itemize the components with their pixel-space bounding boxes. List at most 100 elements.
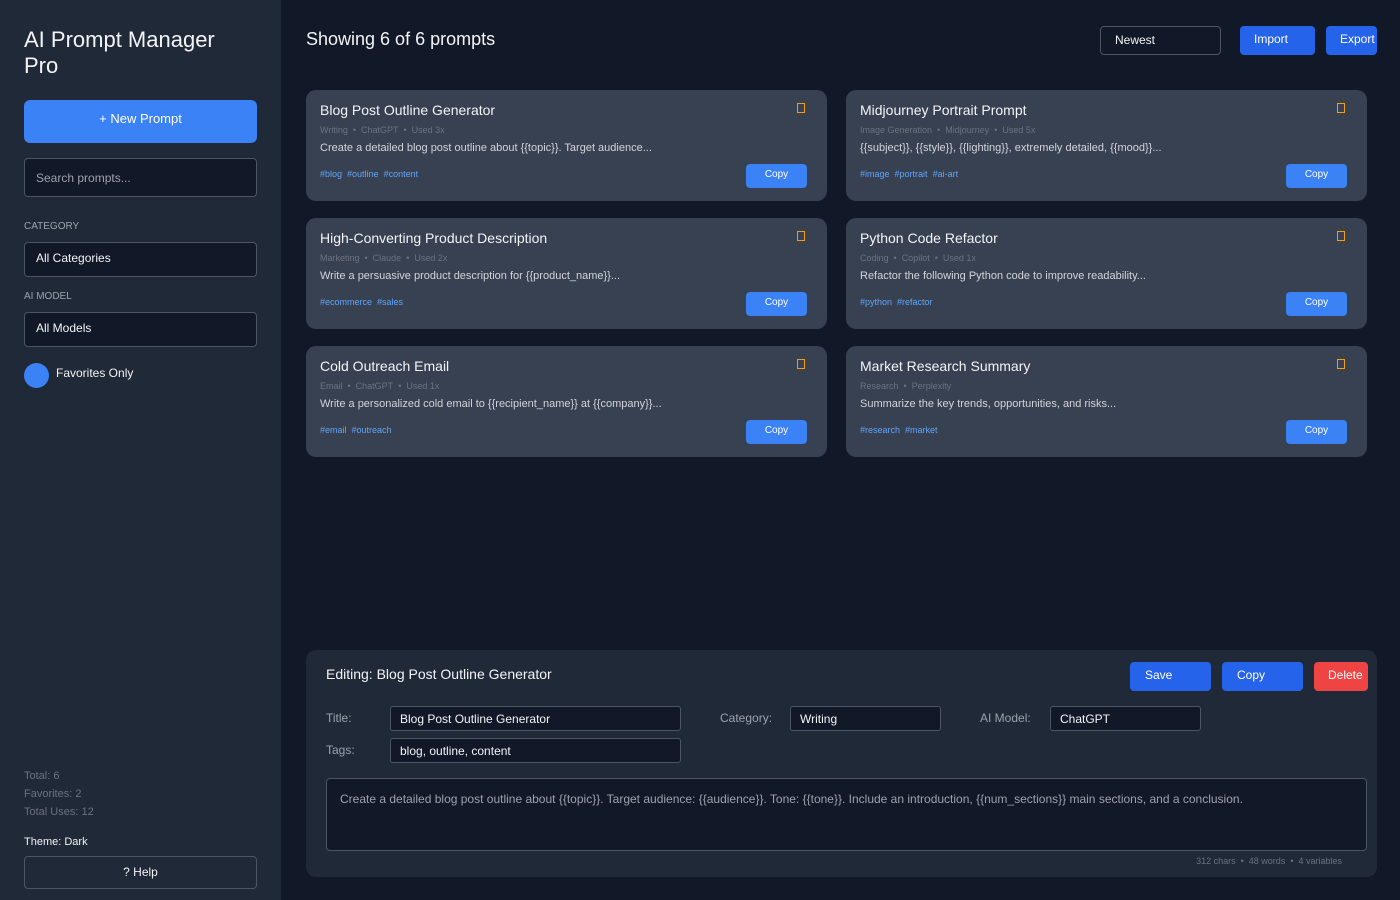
prompt-textarea[interactable]: Create a detailed blog post outline abou… <box>326 778 1367 851</box>
card-title: Midjourney Portrait Prompt <box>860 102 1027 118</box>
card-usage: Used 3x <box>411 125 445 135</box>
card-usage: Used 1x <box>942 253 976 263</box>
card-model: Copilot <box>901 253 930 263</box>
category-label: CATEGORY <box>24 221 80 232</box>
card-description: Create a detailed blog post outline abou… <box>320 142 652 154</box>
new-prompt-button[interactable]: + New Prompt <box>24 100 257 143</box>
help-button[interactable]: ? Help <box>24 856 257 889</box>
category-field[interactable] <box>790 706 941 731</box>
prompt-card[interactable]: Cold Outreach Email Email • ChatGPT • Used 1x… <box>306 346 827 457</box>
tag-link[interactable]: #outline <box>347 169 379 179</box>
card-model: Perplexity <box>911 381 952 391</box>
card-copy-button[interactable]: Copy <box>1286 292 1347 316</box>
card-meta: Marketing • Claude • Used 2x <box>320 253 448 263</box>
card-usage: Used 1x <box>406 381 440 391</box>
import-button[interactable]: Import <box>1240 26 1315 55</box>
char-count: 312 chars <box>1196 856 1236 866</box>
category-select[interactable]: All Categories <box>24 242 257 277</box>
tag-link[interactable]: #sales <box>377 297 403 307</box>
favorite-star-icon[interactable] <box>1337 231 1345 241</box>
card-usage: Used 5x <box>1002 125 1036 135</box>
ai-model-label: AI MODEL <box>24 291 72 302</box>
editor-copy-button[interactable]: Copy <box>1222 662 1303 691</box>
card-description: Summarize the key trends, opportunities,… <box>860 398 1117 410</box>
tag-link[interactable]: #ai-art <box>933 169 959 179</box>
card-copy-button[interactable]: Copy <box>746 164 807 188</box>
card-meta: Coding • Copilot • Used 1x <box>860 253 976 263</box>
card-description: Write a personalized cold email to {{rec… <box>320 398 662 410</box>
export-button[interactable]: Export <box>1326 26 1377 55</box>
tag-link[interactable]: #outreach <box>352 425 392 435</box>
tag-link[interactable]: #email <box>320 425 347 435</box>
tag-link[interactable]: #market <box>905 425 938 435</box>
tag-link[interactable]: #python <box>860 297 892 307</box>
card-title: Market Research Summary <box>860 358 1031 374</box>
favorites-label: Favorites Only <box>56 366 134 380</box>
tag-link[interactable]: #refactor <box>897 297 933 307</box>
favorites-toggle[interactable] <box>24 363 49 388</box>
search-input[interactable] <box>24 158 257 197</box>
ai-model-field[interactable] <box>1050 706 1201 731</box>
card-meta: Image Generation • Midjourney • Used 5x <box>860 125 1036 135</box>
prompt-counts: 312 chars • 48 words • 4 variables <box>1196 856 1342 866</box>
card-model: Claude <box>372 253 402 263</box>
tag-link[interactable]: #ecommerce <box>320 297 372 307</box>
card-tags: #image #portrait #ai-art <box>860 169 963 179</box>
card-title: Cold Outreach Email <box>320 358 450 374</box>
card-meta: Writing • ChatGPT • Used 3x <box>320 125 445 135</box>
save-button[interactable]: Save <box>1130 662 1211 691</box>
card-category: Coding <box>860 253 889 263</box>
card-title: Python Code Refactor <box>860 230 998 246</box>
card-meta: Email • ChatGPT • Used 1x <box>320 381 440 391</box>
theme-toggle[interactable]: Theme: Dark <box>24 836 88 848</box>
stat-total-uses: Total Uses: 12 <box>24 806 94 818</box>
editor-panel: Editing: Blog Post Outline Generator Sav… <box>306 650 1377 877</box>
card-description: Refactor the following Python code to im… <box>860 270 1146 282</box>
card-copy-button[interactable]: Copy <box>746 420 807 444</box>
sort-select[interactable]: Newest <box>1100 26 1221 55</box>
card-usage: Used 2x <box>414 253 448 263</box>
tag-link[interactable]: #image <box>860 169 890 179</box>
prompt-card[interactable]: Midjourney Portrait Prompt Image Generati… <box>846 90 1367 201</box>
favorite-star-icon[interactable] <box>1337 359 1345 369</box>
prompt-card[interactable]: High-Converting Product Description Marke… <box>306 218 827 329</box>
sidebar: AI Prompt Manager Pro + New Prompt CATEG… <box>0 0 281 900</box>
card-description: {{subject}}, {{style}}, {{lighting}}, ex… <box>860 142 1162 154</box>
delete-button[interactable]: Delete <box>1314 662 1368 691</box>
editor-heading: Editing: Blog Post Outline Generator <box>326 666 552 682</box>
variable-count: 4 variables <box>1298 856 1342 866</box>
card-tags: #blog #outline #content <box>320 169 423 179</box>
tags-field[interactable] <box>390 738 681 763</box>
title-field-label: Title: <box>326 711 352 725</box>
ai-model-select[interactable]: All Models <box>24 312 257 347</box>
card-copy-button[interactable]: Copy <box>746 292 807 316</box>
favorite-star-icon[interactable] <box>797 103 805 113</box>
card-copy-button[interactable]: Copy <box>1286 420 1347 444</box>
card-model: ChatGPT <box>361 125 399 135</box>
card-category: Writing <box>320 125 348 135</box>
results-count: Showing 6 of 6 prompts <box>306 29 496 49</box>
tag-link[interactable]: #content <box>384 169 419 179</box>
card-title: Blog Post Outline Generator <box>320 102 496 118</box>
prompt-card[interactable]: Market Research Summary Research • Perplexi… <box>846 346 1367 457</box>
stat-total: Total: 6 <box>24 770 60 782</box>
tag-link[interactable]: #blog <box>320 169 342 179</box>
prompt-card[interactable]: Python Code Refactor Coding • Copilot • Used … <box>846 218 1367 329</box>
tag-link[interactable]: #research <box>860 425 900 435</box>
tag-link[interactable]: #portrait <box>895 169 928 179</box>
favorite-star-icon[interactable] <box>797 231 805 241</box>
prompt-card[interactable]: Blog Post Outline Generator Writing • ChatG… <box>306 90 827 201</box>
title-field[interactable] <box>390 706 681 731</box>
favorite-star-icon[interactable] <box>1337 103 1345 113</box>
card-copy-button[interactable]: Copy <box>1286 164 1347 188</box>
card-title: High-Converting Product Description <box>320 230 548 246</box>
category-field-label: Category: <box>720 711 773 725</box>
card-tags: #python #refactor <box>860 297 938 307</box>
app-title: AI Prompt Manager Pro <box>24 27 215 78</box>
card-category: Marketing <box>320 253 360 263</box>
card-meta: Research • Perplexity <box>860 381 952 391</box>
favorite-star-icon[interactable] <box>797 359 805 369</box>
card-model: Midjourney <box>945 125 990 135</box>
word-count: 48 words <box>1248 856 1286 866</box>
card-tags: #ecommerce #sales <box>320 297 408 307</box>
